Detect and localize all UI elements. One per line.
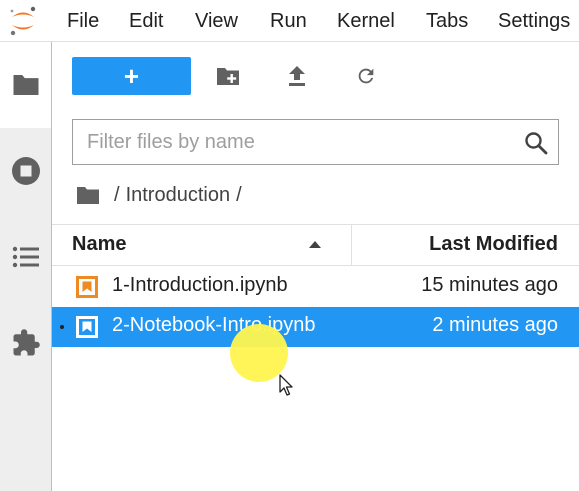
notebook-icon	[76, 316, 98, 338]
column-header-last-modified[interactable]: Last Modified	[352, 225, 579, 265]
file-name: 2-Notebook-Intro.ipynb	[112, 314, 316, 336]
file-browser-panel: + Filter files by name / Introduction / …	[52, 42, 579, 491]
running-indicator-icon	[60, 325, 64, 329]
menu-edit[interactable]: Edit	[129, 9, 163, 33]
column-name-label: Name	[72, 233, 127, 255]
breadcrumb-separator: /	[114, 183, 120, 206]
file-name: 1-Introduction.ipynb	[112, 274, 288, 296]
menu-settings[interactable]: Settings	[498, 9, 570, 33]
file-modified: 2 minutes ago	[432, 314, 558, 336]
jupyterlab-window: File Edit View Run Kernel Tabs Settings	[0, 0, 579, 491]
column-header-name[interactable]: Name	[52, 225, 352, 265]
menu-view[interactable]: View	[195, 9, 238, 33]
search-icon	[525, 132, 548, 155]
list-icon	[12, 246, 39, 268]
extension-puzzle-icon	[13, 329, 40, 356]
file-row[interactable]: 1-Introduction.ipynb 15 minutes ago	[52, 267, 579, 307]
new-folder-button[interactable]	[214, 62, 242, 90]
refresh-button[interactable]	[352, 62, 380, 90]
sidebar-tab-running[interactable]	[0, 128, 51, 214]
breadcrumb-root-folder-icon[interactable]	[76, 185, 100, 205]
breadcrumb-item-introduction[interactable]: Introduction	[126, 184, 231, 207]
left-sidebar	[0, 42, 52, 491]
filter-box	[72, 119, 559, 165]
sidebar-tab-toc[interactable]	[0, 214, 51, 300]
file-row-selected[interactable]: 2-Notebook-Intro.ipynb 2 minutes ago	[52, 307, 579, 347]
folder-icon	[13, 75, 38, 95]
menu-kernel[interactable]: Kernel	[337, 9, 395, 33]
upload-button[interactable]	[283, 62, 311, 90]
menu-run[interactable]: Run	[270, 9, 307, 33]
notebook-icon	[76, 276, 98, 298]
breadcrumb: / Introduction /	[76, 182, 248, 208]
sort-ascending-icon	[309, 241, 321, 248]
column-modified-label: Last Modified	[429, 233, 558, 255]
breadcrumb-separator: /	[236, 183, 242, 206]
menubar: File Edit View Run Kernel Tabs Settings	[0, 0, 579, 42]
file-list-header: Name Last Modified	[52, 224, 579, 266]
new-launcher-label: +	[123, 61, 140, 91]
menu-tabs[interactable]: Tabs	[426, 9, 468, 33]
stop-circle-icon	[11, 157, 40, 185]
new-folder-icon	[217, 68, 239, 85]
mouse-pointer-icon	[279, 374, 293, 396]
new-launcher-button[interactable]: +	[72, 57, 191, 95]
sidebar-tab-extensions[interactable]	[0, 300, 51, 386]
menu-file[interactable]: File	[67, 9, 99, 33]
sidebar-tab-file-browser[interactable]	[0, 42, 51, 128]
jupyter-logo-icon	[6, 5, 40, 37]
file-list-empty-area[interactable]	[52, 347, 579, 491]
file-modified: 15 minutes ago	[421, 274, 558, 296]
upload-icon	[289, 66, 305, 86]
refresh-icon	[358, 68, 374, 84]
filter-input[interactable]	[87, 129, 507, 155]
